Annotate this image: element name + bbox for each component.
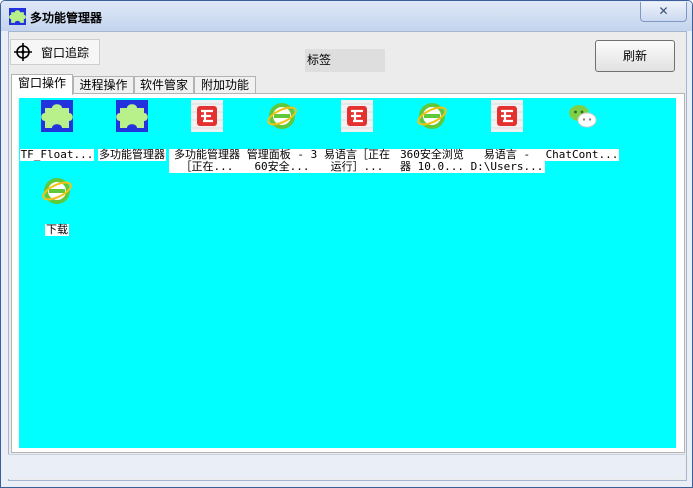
wechat-icon bbox=[566, 100, 598, 132]
puzzle-icon bbox=[9, 8, 26, 25]
title-bar[interactable]: 多功能管理器 ✕ bbox=[1, 1, 692, 31]
list-item[interactable]: 下载 bbox=[19, 175, 95, 236]
list-item[interactable]: TF_Float... bbox=[19, 100, 95, 161]
list-item-label: 下载 bbox=[45, 223, 69, 236]
list-item[interactable]: 管理面板 - 360安全... bbox=[244, 100, 320, 173]
tab-panel: TF_Float... 多功能管理器 多功能管理器［正在... 管理面板 - 3… bbox=[11, 93, 685, 453]
list-item-label: 易语言 - D:\Users... bbox=[469, 148, 545, 173]
e-language-icon bbox=[491, 100, 523, 132]
tab-extra-features[interactable]: 附加功能 bbox=[194, 76, 256, 94]
list-item[interactable]: 360安全浏览器 10.0... bbox=[394, 100, 470, 173]
tab-window-operations[interactable]: 窗口操作 bbox=[11, 74, 73, 95]
list-item-label: 多功能管理器 bbox=[98, 148, 166, 161]
tag-label: 标签 bbox=[305, 49, 385, 72]
crosshair-icon bbox=[14, 43, 32, 61]
puzzle-icon bbox=[116, 100, 148, 132]
list-item-label: 360安全浏览器 10.0... bbox=[394, 149, 470, 173]
e-language-icon bbox=[341, 100, 373, 132]
ie-browser-icon bbox=[266, 100, 298, 132]
window-track-button[interactable]: 窗口追踪 bbox=[10, 39, 100, 65]
window-list[interactable]: TF_Float... 多功能管理器 多功能管理器［正在... 管理面板 - 3… bbox=[19, 98, 676, 448]
list-item[interactable]: 多功能管理器［正在... bbox=[169, 100, 245, 173]
client-area: 窗口追踪 标签 刷新 窗口操作 进程操作 软件管家 附加功能 TF_Float.… bbox=[8, 31, 687, 481]
e-language-icon bbox=[191, 100, 223, 132]
list-item-label: 易语言［正在运行］... bbox=[319, 149, 395, 173]
list-item-label: 多功能管理器［正在... bbox=[169, 149, 245, 173]
tab-process-operations[interactable]: 进程操作 bbox=[73, 76, 134, 94]
list-item-label: TF_Float... bbox=[19, 148, 95, 161]
window-title: 多功能管理器 bbox=[30, 11, 103, 25]
main-window: 多功能管理器 ✕ 窗口追踪 标签 刷新 窗口操作 进程操作 软件管家 附加功能 … bbox=[0, 0, 693, 488]
puzzle-icon bbox=[41, 100, 73, 132]
refresh-button[interactable]: 刷新 bbox=[595, 40, 675, 72]
list-item[interactable]: 易语言 - D:\Users... bbox=[469, 100, 545, 173]
window-track-label: 窗口追踪 bbox=[41, 46, 90, 60]
ie-browser-icon bbox=[41, 175, 73, 207]
tab-software-manager[interactable]: 软件管家 bbox=[134, 76, 194, 94]
list-item-label: 管理面板 - 360安全... bbox=[244, 149, 320, 173]
list-item[interactable]: 多功能管理器 bbox=[94, 100, 170, 161]
ie-browser-icon bbox=[416, 100, 448, 132]
list-item-label: ChatCont... bbox=[544, 148, 620, 161]
status-bar bbox=[8, 454, 685, 479]
list-item[interactable]: 易语言［正在运行］... bbox=[319, 100, 395, 173]
list-item[interactable]: ChatCont... bbox=[544, 100, 620, 161]
close-button[interactable]: ✕ bbox=[640, 2, 687, 22]
